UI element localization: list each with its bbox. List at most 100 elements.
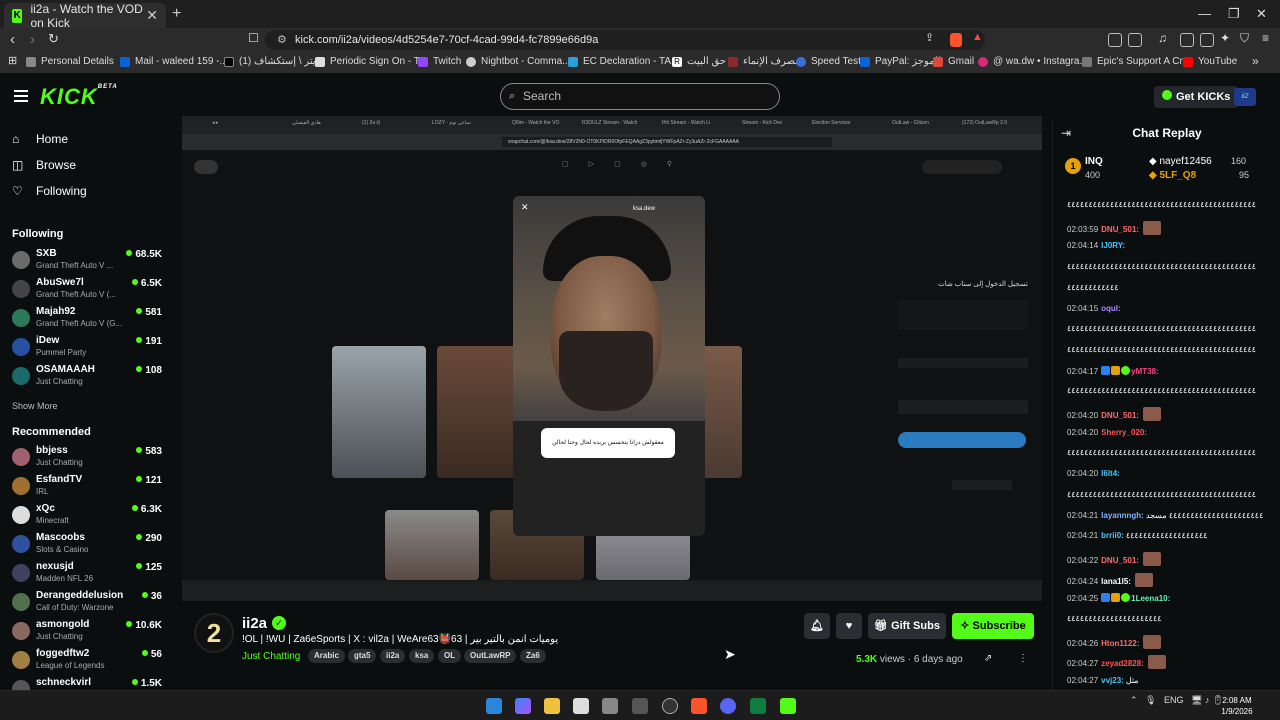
- sidebar-channel[interactable]: Majah92 Grand Theft Auto V (G... 581: [12, 306, 162, 332]
- bookmark-item[interactable]: Epic's Support A Cr...: [1082, 56, 1191, 67]
- sidebar-channel[interactable]: AbuSwe7l Grand Theft Auto V (... 6.5K: [12, 277, 162, 303]
- menu-icon[interactable]: ≡: [1262, 31, 1269, 45]
- system-tray[interactable]: ⌃ 🎙︎ ENG 🖥︎ ♪ 🔋︎: [1130, 695, 1223, 706]
- message-user[interactable]: layannngh:: [1101, 511, 1144, 520]
- bookmark-item[interactable]: Mail - waleed 159 -...: [120, 56, 228, 67]
- tag[interactable]: ii2a: [380, 649, 406, 663]
- forward-icon[interactable]: ›: [30, 31, 35, 48]
- calculator-icon[interactable]: [632, 698, 648, 714]
- sidebar-channel[interactable]: nexusjd Madden NFL 26 125: [12, 561, 162, 587]
- subscribe-button[interactable]: ✧ Subscribe: [952, 613, 1034, 639]
- discord-icon[interactable]: [720, 698, 736, 714]
- bookmark-item[interactable]: Nightbot - Comma...: [466, 56, 570, 67]
- message-user[interactable]: Sherry_020:: [1101, 428, 1147, 437]
- category-link[interactable]: Just Chatting: [242, 651, 300, 662]
- story-close-icon[interactable]: ✕: [521, 202, 529, 213]
- bookmark-item[interactable]: Periodic Sign On - T...: [315, 56, 427, 67]
- reload-icon[interactable]: ↻: [48, 31, 59, 47]
- tag[interactable]: Za6: [520, 649, 546, 663]
- message-user[interactable]: DNU_501:: [1101, 556, 1139, 565]
- sidebar-channel[interactable]: iDew Pummel Party 191: [12, 335, 162, 361]
- kick-app-icon[interactable]: [780, 698, 796, 714]
- hamburger-menu-icon[interactable]: [14, 90, 28, 102]
- back-icon[interactable]: ‹: [10, 31, 15, 48]
- bookmark-icon[interactable]: ☐: [248, 31, 259, 45]
- message-user[interactable]: DNU_501:: [1101, 225, 1139, 234]
- url-field[interactable]: ⚙ kick.com/ii2a/videos/4d5254e7-70cf-4ca…: [265, 30, 985, 50]
- show-more-link[interactable]: Show More: [12, 401, 58, 411]
- sidebar-channel[interactable]: foggedftw2 League of Legends 56: [12, 648, 162, 674]
- bookmark-item[interactable]: EC Declaration - TA...: [568, 56, 679, 67]
- clock[interactable]: 2:08 AM 1/9/2026: [1212, 695, 1262, 717]
- user-avatar[interactable]: ii2: [1234, 88, 1256, 106]
- tag[interactable]: Arabic: [308, 649, 345, 663]
- maximize-icon[interactable]: ❐: [1228, 6, 1240, 22]
- sidebar-icon[interactable]: [1128, 33, 1142, 47]
- bookmark-item[interactable]: (1) تويتر \ إستكشاف: [224, 56, 324, 67]
- minimize-icon[interactable]: —: [1198, 6, 1211, 21]
- sidebar-channel[interactable]: SXB Grand Theft Auto V ... 68.5K: [12, 248, 162, 274]
- brave-rewards-icon[interactable]: ▲: [972, 31, 983, 43]
- store-icon[interactable]: [602, 698, 618, 714]
- message-user[interactable]: lana1l5:: [1101, 577, 1131, 586]
- brave-icon[interactable]: [691, 698, 707, 714]
- brave-shield-icon[interactable]: [950, 33, 962, 47]
- search-input[interactable]: ⌕ Search: [500, 83, 780, 110]
- message-user[interactable]: DNU_501:: [1101, 411, 1139, 420]
- vpn-shield-icon[interactable]: ⛉: [1240, 31, 1249, 46]
- sidebar-channel[interactable]: Derangeddelusion Call of Duty: Warzone 36: [12, 590, 162, 616]
- tab-close-icon[interactable]: ✕: [146, 7, 158, 24]
- sidebar-channel[interactable]: asmongold Just Chatting 10.6K: [12, 619, 162, 645]
- file-explorer-icon[interactable]: [544, 698, 560, 714]
- tag[interactable]: OutLawRP: [464, 649, 517, 663]
- sidebar-channel[interactable]: OSAMAAAH Just Chatting 108: [12, 364, 162, 390]
- apps-grid-icon[interactable]: ⊞: [8, 54, 17, 67]
- site-info-icon[interactable]: ⚙: [277, 30, 287, 50]
- nav-home[interactable]: ⌂ Home: [12, 132, 68, 146]
- nav-following[interactable]: ♡ Following: [12, 184, 87, 198]
- sidebar-channel[interactable]: xQc Minecraft 6.3K: [12, 503, 162, 529]
- tag[interactable]: ksa: [409, 649, 435, 663]
- gift-subs-button[interactable]: 🎁︎ Gift Subs: [868, 613, 946, 639]
- new-tab-icon[interactable]: +: [172, 5, 181, 23]
- tag[interactable]: gta5: [348, 649, 377, 663]
- sidebar-channel[interactable]: EsfandTV IRL 121: [12, 474, 162, 500]
- message-user[interactable]: oqul:: [1101, 304, 1121, 313]
- reading-list-icon[interactable]: [1180, 33, 1194, 47]
- notify-bell-button[interactable]: 🔔︎: [804, 613, 830, 639]
- snap-story-popup[interactable]: ✕ ksa.dew معقولش دراتا يتحسس بريده لحال …: [513, 196, 705, 536]
- more-options-icon[interactable]: ⋮: [1018, 653, 1028, 664]
- bookmark-item[interactable]: Twitch: [418, 56, 461, 67]
- message-user[interactable]: vvj23:: [1101, 676, 1124, 685]
- browser-tab[interactable]: K ii2a - Watch the VOD on Kick ✕: [4, 2, 166, 30]
- get-kicks-button[interactable]: Get KICKs: [1154, 86, 1239, 108]
- excel-icon[interactable]: [750, 698, 766, 714]
- copilot-icon[interactable]: [515, 698, 531, 714]
- sidebar-channel[interactable]: bbjess Just Chatting 583: [12, 445, 162, 471]
- channel-avatar[interactable]: 2: [194, 613, 234, 653]
- message-user[interactable]: IJ0RY:: [1101, 241, 1125, 250]
- tag[interactable]: OL: [438, 649, 462, 663]
- bookmark-item[interactable]: Speed Test: [796, 56, 861, 67]
- close-window-icon[interactable]: ✕: [1256, 6, 1267, 22]
- video-player[interactable]: ◂ ▸ هادي الفيصلي (1) 2a ii| LOZY - ساعي …: [182, 116, 1042, 601]
- wallet-icon[interactable]: [1200, 33, 1214, 47]
- bookmark-item[interactable]: Personal Details: [26, 56, 114, 67]
- sidebar-channel[interactable]: Mascoobs Slots & Casino 290: [12, 532, 162, 558]
- kick-logo[interactable]: KICKBETA: [40, 84, 118, 110]
- leo-ai-icon[interactable]: ✦: [1220, 31, 1230, 45]
- follow-heart-button[interactable]: ♥: [836, 613, 862, 639]
- channel-name[interactable]: ii2a: [242, 615, 267, 632]
- start-icon[interactable]: [486, 698, 502, 714]
- extensions-icon[interactable]: [1108, 33, 1122, 47]
- sidebar-channel[interactable]: schneckvirl 1.5K: [12, 677, 162, 690]
- message-user[interactable]: l6lt4:: [1101, 469, 1120, 478]
- bookmark-item[interactable]: R حق البيت: [672, 56, 726, 67]
- bookmark-item[interactable]: PayPal: الموجز: [860, 56, 941, 67]
- bookmark-item[interactable]: مصرف الإنماء: [728, 56, 801, 67]
- message-user[interactable]: brrii0:: [1101, 531, 1124, 540]
- message-user[interactable]: 1Leena10:: [1131, 594, 1170, 603]
- bookmarks-overflow-icon[interactable]: »: [1252, 54, 1259, 68]
- bookmark-item[interactable]: YouTube: [1183, 56, 1237, 67]
- bookmark-item[interactable]: Gmail: [933, 56, 974, 67]
